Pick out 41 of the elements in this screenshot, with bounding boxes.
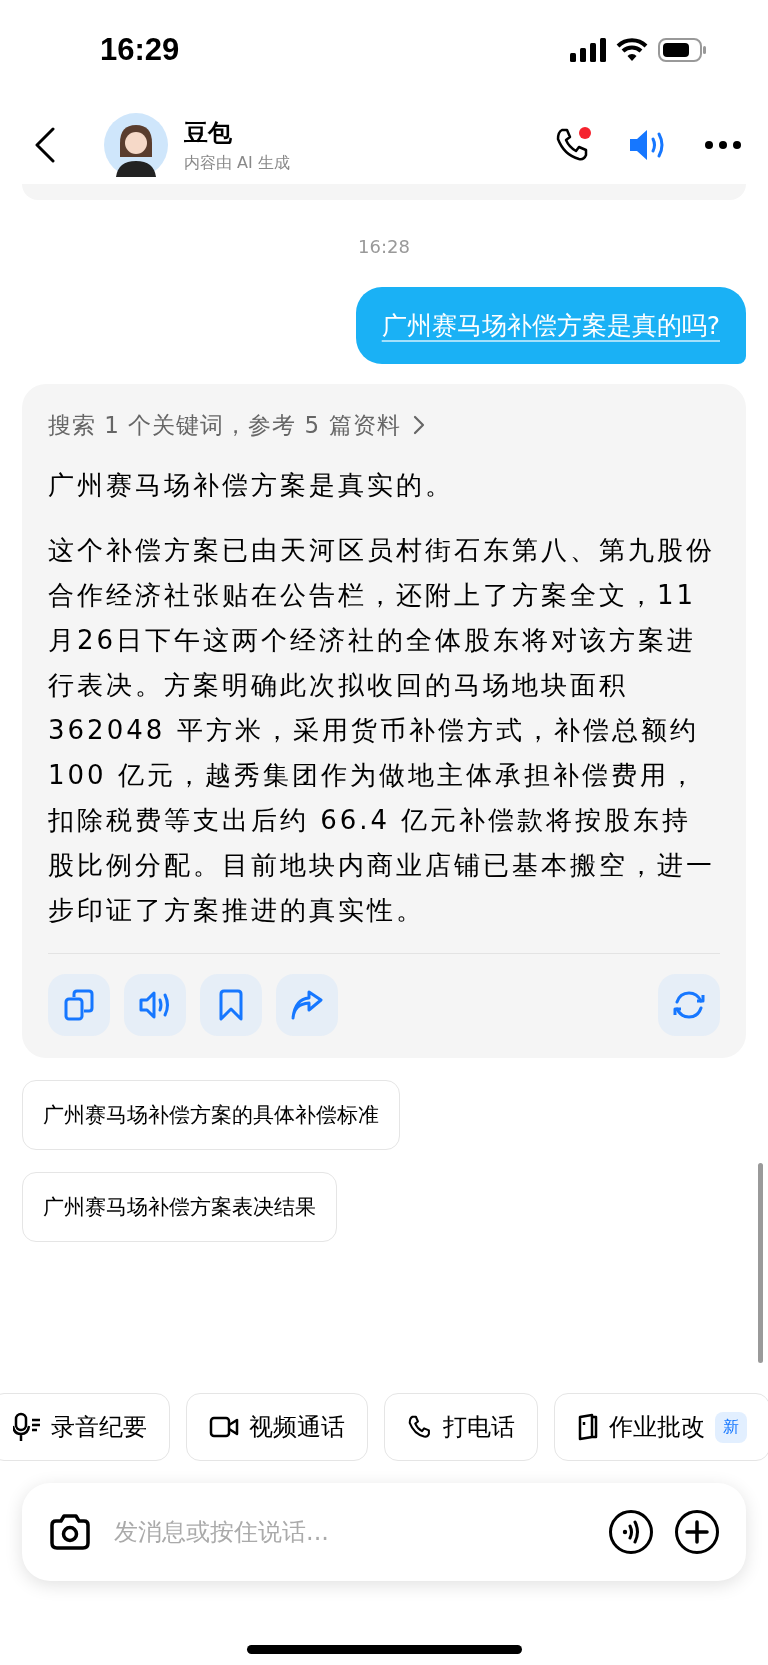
- answer-paragraph: 广州赛马场补偿方案是真实的。: [48, 469, 455, 502]
- share-button[interactable]: [276, 974, 338, 1036]
- copy-icon: [64, 989, 94, 1021]
- battery-icon: [658, 38, 706, 62]
- user-message: 广州赛马场补偿方案是真的吗?: [355, 287, 746, 364]
- quick-action-chip[interactable]: 作业批改 新: [554, 1393, 768, 1461]
- suggestion-chip[interactable]: 广州赛马场补偿方案的具体补偿标准: [22, 1080, 400, 1150]
- status-time: 16:29: [100, 32, 180, 68]
- phone-icon: [407, 1414, 433, 1440]
- avatar: [104, 113, 168, 177]
- chat-name: 豆包: [184, 117, 233, 149]
- microphone-icon: [13, 1412, 41, 1442]
- bookmark-button[interactable]: [200, 974, 262, 1036]
- regenerate-button[interactable]: [658, 974, 720, 1036]
- back-icon[interactable]: [34, 127, 56, 163]
- wifi-icon: [616, 38, 648, 62]
- message-input-bar[interactable]: 发消息或按住说话...: [22, 1483, 746, 1581]
- camera-icon[interactable]: [48, 1513, 92, 1551]
- speaker-icon: [138, 990, 172, 1020]
- plus-icon[interactable]: [674, 1509, 720, 1555]
- share-icon: [290, 990, 324, 1020]
- new-badge: 新: [715, 1411, 747, 1443]
- suggestion-chip[interactable]: 广州赛马场补偿方案表决结果: [22, 1172, 337, 1242]
- answer-paragraph: 这个补偿方案已由天河区员村街石东第八、第九股份合作经济社张贴在公告栏，还附上了方案全文，11月26日下午这两个经济社的全体股东将对该方案进行表决。方案明确此次拟收回的马场地块面积 362048 平方米，采用货币补偿方式，补偿总额约 100 亿元，越秀集团作为做地主体承担补偿费用，扣除税费等支出后约 66.4 亿元补偿款将按股东持股比例分配。目前地块内商业店铺已基本搬空，进一步印证了方案推进的真实性。: [48, 534, 716, 927]
- quick-action-chip[interactable]: 视频通话: [186, 1393, 368, 1461]
- more-icon[interactable]: [704, 140, 742, 150]
- message-timestamp: 16:28: [357, 236, 411, 257]
- ai-disclaimer: 内容由 AI 生成: [184, 152, 290, 174]
- bookmark-icon: [218, 989, 244, 1021]
- message-input-field[interactable]: 发消息或按住说话...: [112, 1517, 588, 1547]
- refresh-icon: [671, 989, 707, 1021]
- read-aloud-button[interactable]: [124, 974, 186, 1036]
- quick-action-chip[interactable]: 录音纪要: [0, 1393, 170, 1461]
- signal-icon: [570, 38, 606, 62]
- voice-icon[interactable]: [608, 1509, 654, 1555]
- notebook-icon: [577, 1413, 599, 1441]
- video-camera-icon: [209, 1416, 239, 1438]
- quick-action-chip[interactable]: 打电话: [384, 1393, 538, 1461]
- search-summary-link[interactable]: 搜索 1 个关键词，参考 5 篇资料: [48, 410, 720, 441]
- chevron-right-icon: [412, 415, 425, 435]
- copy-button[interactable]: [48, 974, 110, 1036]
